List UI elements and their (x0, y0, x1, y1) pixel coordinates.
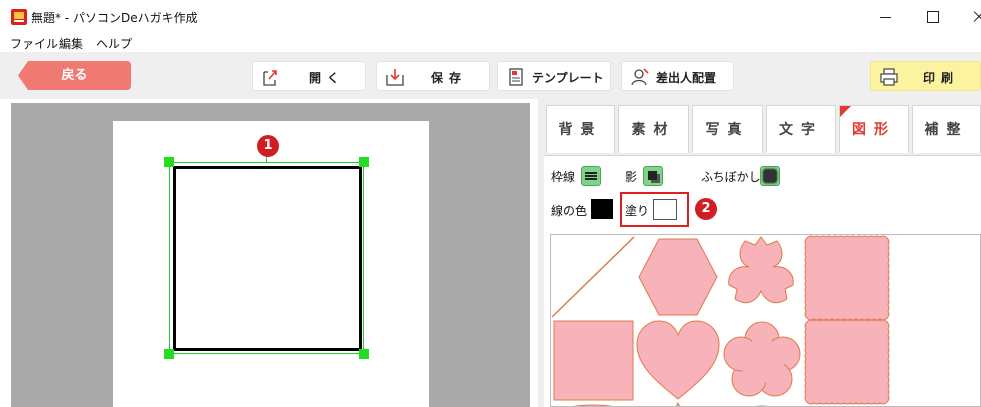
resize-handle-bottom-right[interactable] (359, 349, 369, 359)
line-color-label: 線の色 (551, 204, 588, 218)
shape-square[interactable] (553, 320, 634, 401)
shape-diagonal-line[interactable] (551, 236, 635, 318)
blur-edge-label: ふちぼかし (701, 170, 761, 184)
open-label: 開く (309, 71, 346, 85)
save-file-icon (386, 69, 404, 86)
back-button[interactable]: 戻る (18, 61, 131, 90)
step-marker-2: 2 (695, 198, 717, 220)
resize-handle-bottom-left[interactable] (164, 349, 174, 359)
resize-handle-top-left[interactable] (164, 157, 174, 167)
close-icon[interactable] (966, 6, 981, 28)
sender-placement-button[interactable]: 差出人配置 (621, 61, 734, 91)
maximize-icon[interactable] (921, 6, 945, 28)
template-label: テンプレート (532, 71, 604, 85)
print-button[interactable]: 印刷 (870, 61, 981, 91)
tab-shape[interactable]: 図形 (839, 105, 909, 153)
print-label: 印刷 (923, 71, 960, 85)
blur-edge-button[interactable] (760, 166, 780, 186)
menu-file[interactable]: ファイル (10, 35, 58, 52)
tab-text[interactable]: 文字 (766, 105, 836, 153)
fill-color-swatch[interactable] (653, 199, 677, 220)
shape-scalloped-square[interactable] (804, 235, 890, 321)
border-button[interactable] (581, 166, 601, 186)
shadow-label: 影 (625, 170, 638, 184)
shadow-button[interactable] (643, 166, 663, 186)
tab-adjust[interactable]: 補整 (912, 105, 981, 153)
app-logo-icon (11, 9, 27, 25)
menu-bar: ファイル 編集 ヘルプ (0, 34, 981, 52)
shape-hexagon[interactable] (638, 238, 718, 316)
blur-edge-icon (764, 170, 776, 182)
border-lines-icon (585, 172, 597, 180)
rectangle-shape[interactable] (173, 166, 362, 351)
tab-photo[interactable]: 写真 (692, 105, 763, 153)
window-title: 無題* - パソコンDeハガキ作成 (31, 11, 198, 25)
resize-handle-top-right[interactable] (359, 157, 369, 167)
shape-heart[interactable] (636, 320, 720, 400)
menu-edit[interactable]: 編集 (59, 35, 83, 52)
minimize-icon[interactable] (874, 6, 898, 28)
open-button[interactable]: 開く (252, 61, 366, 91)
sender-placement-label: 差出人配置 (656, 71, 717, 85)
title-bar: 無題* - パソコンDeハガキ作成 (0, 0, 981, 34)
save-label: 保存 (431, 71, 468, 85)
tab-material[interactable]: 素材 (618, 105, 689, 153)
template-button[interactable]: テンプレート (497, 61, 611, 91)
shape-gallery-graphics (551, 235, 890, 407)
printer-icon (880, 68, 898, 86)
fill-label: 塗り (625, 204, 650, 218)
toolbar: 戻る 開く 保存 テンプレート 差出人配置 印刷 (0, 52, 981, 99)
person-icon (631, 68, 649, 86)
open-file-icon (263, 70, 277, 86)
shape-scalloped-square-2[interactable] (804, 319, 890, 405)
template-icon (509, 68, 523, 86)
shape-cherry-blossom[interactable] (728, 236, 794, 304)
shape-flower[interactable] (723, 321, 801, 397)
line-color-swatch[interactable] (591, 199, 613, 219)
border-label: 枠線 (551, 170, 576, 184)
tab-background[interactable]: 背景 (546, 105, 615, 153)
step-marker-1: 1 (257, 135, 279, 157)
shape-partial-star[interactable] (674, 401, 682, 407)
shape-gallery (550, 234, 981, 407)
shadow-icon (648, 171, 657, 180)
app-window: 無題* - パソコンDeハガキ作成 ファイル 編集 ヘルプ 戻る 開く 保存 テ… (0, 0, 981, 407)
menu-help[interactable]: ヘルプ (96, 35, 132, 52)
save-button[interactable]: 保存 (376, 61, 490, 91)
